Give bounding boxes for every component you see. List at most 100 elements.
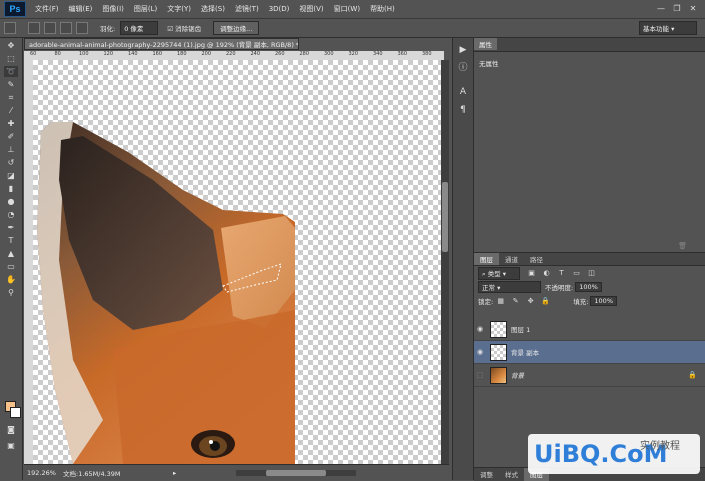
menu-edit[interactable]: 编辑(E) <box>64 4 98 14</box>
visibility-off-icon[interactable]: □ <box>474 371 486 379</box>
document-tab[interactable]: adorable-animal-animal-photography-22957… <box>24 38 299 50</box>
crop-tool-icon[interactable]: ⌗ <box>4 92 18 103</box>
lock-pixels-icon[interactable]: ✎ <box>511 297 520 306</box>
play-icon[interactable]: ▶ <box>457 44 469 56</box>
ruler-left <box>24 60 33 464</box>
filter-smart-icon[interactable]: ◫ <box>587 269 596 278</box>
layer-thumbnail <box>490 320 507 338</box>
filter-adjust-icon[interactable]: ◐ <box>542 269 551 278</box>
ruler-tick-label: 360 <box>397 51 408 57</box>
restore-button[interactable]: ❐ <box>669 3 685 15</box>
type-tool-icon[interactable]: T <box>4 235 18 246</box>
vertical-scroll-thumb[interactable] <box>442 182 448 252</box>
info-icon[interactable]: ⓘ <box>457 62 469 74</box>
blur-tool-icon[interactable]: ● <box>4 196 18 207</box>
filter-shape-icon[interactable]: ▭ <box>572 269 581 278</box>
shape-tool-icon[interactable]: ▭ <box>4 261 18 272</box>
properties-body: 无属性 <box>479 60 499 68</box>
minimize-button[interactable]: — <box>653 3 669 15</box>
new-selection-icon[interactable] <box>28 22 40 34</box>
lasso-preset-icon[interactable] <box>4 22 16 34</box>
fill-input[interactable]: 100% <box>590 296 617 306</box>
antialias-checkbox[interactable]: ☑ 消除锯齿 <box>167 23 201 33</box>
eyedropper-tool-icon[interactable]: ⁄ <box>4 105 18 116</box>
layer-row-background-copy[interactable]: ◉ 背景 副本 <box>474 341 705 364</box>
menu-file[interactable]: 文件(F) <box>30 4 64 14</box>
tab-layers[interactable]: 图层 <box>474 253 499 265</box>
background-color-swatch[interactable] <box>10 407 21 418</box>
lock-position-icon[interactable]: ✥ <box>526 297 535 306</box>
menu-layer[interactable]: 图层(L) <box>129 4 162 14</box>
tab-channels[interactable]: 通道 <box>499 253 524 265</box>
canvas[interactable] <box>33 60 441 464</box>
intersect-selection-icon[interactable] <box>76 22 88 34</box>
ruler-tick-label: 220 <box>226 51 236 57</box>
horizontal-scroll-thumb[interactable] <box>266 470 327 476</box>
layer-row-layer1[interactable]: ◉ 图层 1 <box>474 318 705 341</box>
trash-icon[interactable]: 🗑 <box>678 242 687 250</box>
stamp-tool-icon[interactable]: ⊥ <box>4 144 18 155</box>
subtract-selection-icon[interactable] <box>60 22 72 34</box>
healing-brush-icon[interactable]: ✚ <box>4 118 18 129</box>
move-tool-icon[interactable]: ✥ <box>4 40 18 51</box>
properties-panel: 属性 无属性 🗑 <box>474 38 705 253</box>
quick-mask-icon[interactable]: ◙ <box>4 424 18 435</box>
opacity-label: 不透明度: <box>545 284 574 292</box>
properties-tab[interactable]: 属性 <box>474 38 497 50</box>
blend-mode-select[interactable]: 正常 ▾ <box>478 281 541 293</box>
quick-select-tool-icon[interactable]: ✎ <box>4 79 18 90</box>
lock-row: 锁定: ▦ ✎ ✥ 🔒 填充: 100% <box>474 294 705 308</box>
brush-tool-icon[interactable]: ✐ <box>4 131 18 142</box>
menu-filter[interactable]: 滤镜(T) <box>230 4 264 14</box>
workspace-select[interactable]: 基本功能 ▾ <box>639 21 697 35</box>
history-brush-icon[interactable]: ↺ <box>4 157 18 168</box>
tab-paths[interactable]: 路径 <box>524 253 549 265</box>
canvas-horizontal-scrollbar[interactable] <box>236 470 357 476</box>
lasso-tool-icon[interactable]: ➰ <box>4 66 18 77</box>
menu-image[interactable]: 图像(I) <box>97 4 129 14</box>
gradient-tool-icon[interactable]: ▮ <box>4 183 18 194</box>
menu-window[interactable]: 窗口(W) <box>329 4 365 14</box>
visibility-eye-icon[interactable]: ◉ <box>474 348 486 356</box>
menu-view[interactable]: 视图(V) <box>294 4 328 14</box>
refine-edge-button[interactable]: 调整边缘... <box>213 21 260 35</box>
menu-3d[interactable]: 3D(D) <box>264 5 295 13</box>
ruler-tick-label: 80 <box>54 51 61 57</box>
lock-all-icon[interactable]: 🔒 <box>541 297 550 306</box>
menu-select[interactable]: 选择(S) <box>196 4 230 14</box>
opacity-input[interactable]: 100% <box>575 282 602 292</box>
layer-row-background[interactable]: □ 背景 🔒 <box>474 364 705 387</box>
collapsed-panel-dock: ▶ ⓘ A ¶ <box>452 38 474 480</box>
options-bar: 羽化: 0 像素 ☑ 消除锯齿 调整边缘... 基本功能 ▾ <box>0 19 705 38</box>
tab-styles[interactable]: 样式 <box>499 468 524 481</box>
marquee-tool-icon[interactable]: ⬚ <box>4 53 18 64</box>
zoom-level[interactable]: 192.26% <box>24 469 56 477</box>
watermark-subtext: 实例教程 <box>640 441 680 452</box>
tab-adjustments[interactable]: 调整 <box>474 468 499 481</box>
layer-filter-select[interactable]: ⌕ 类型 ▾ <box>478 266 520 280</box>
feather-label: 羽化: <box>100 25 116 33</box>
status-arrow-icon[interactable]: ▸ <box>173 469 176 477</box>
filter-type-icon[interactable]: T <box>557 269 566 278</box>
filter-pixel-icon[interactable]: ▣ <box>527 269 536 278</box>
screen-mode-icon[interactable]: ▣ <box>4 440 18 451</box>
photoshop-logo: Ps <box>4 1 26 17</box>
hand-tool-icon[interactable]: ✋ <box>4 274 18 285</box>
pen-tool-icon[interactable]: ✒ <box>4 222 18 233</box>
add-selection-icon[interactable] <box>44 22 56 34</box>
ruler-tick-label: 100 <box>79 51 89 57</box>
ruler-tick-label: 160 <box>152 51 163 57</box>
feather-input[interactable]: 0 像素 <box>120 21 159 35</box>
visibility-eye-icon[interactable]: ◉ <box>474 325 486 333</box>
dodge-tool-icon[interactable]: ◔ <box>4 209 18 220</box>
paragraph-icon[interactable]: ¶ <box>457 104 469 116</box>
lock-transparent-icon[interactable]: ▦ <box>496 297 505 306</box>
close-button[interactable]: ✕ <box>685 3 701 15</box>
path-select-icon[interactable]: ▲ <box>4 248 18 259</box>
menu-help[interactable]: 帮助(H) <box>365 4 400 14</box>
canvas-vertical-scrollbar[interactable] <box>441 60 449 464</box>
eraser-tool-icon[interactable]: ◪ <box>4 170 18 181</box>
character-icon[interactable]: A <box>457 86 469 98</box>
zoom-tool-icon[interactable]: ⚲ <box>4 287 18 298</box>
menu-type[interactable]: 文字(Y) <box>162 4 196 14</box>
